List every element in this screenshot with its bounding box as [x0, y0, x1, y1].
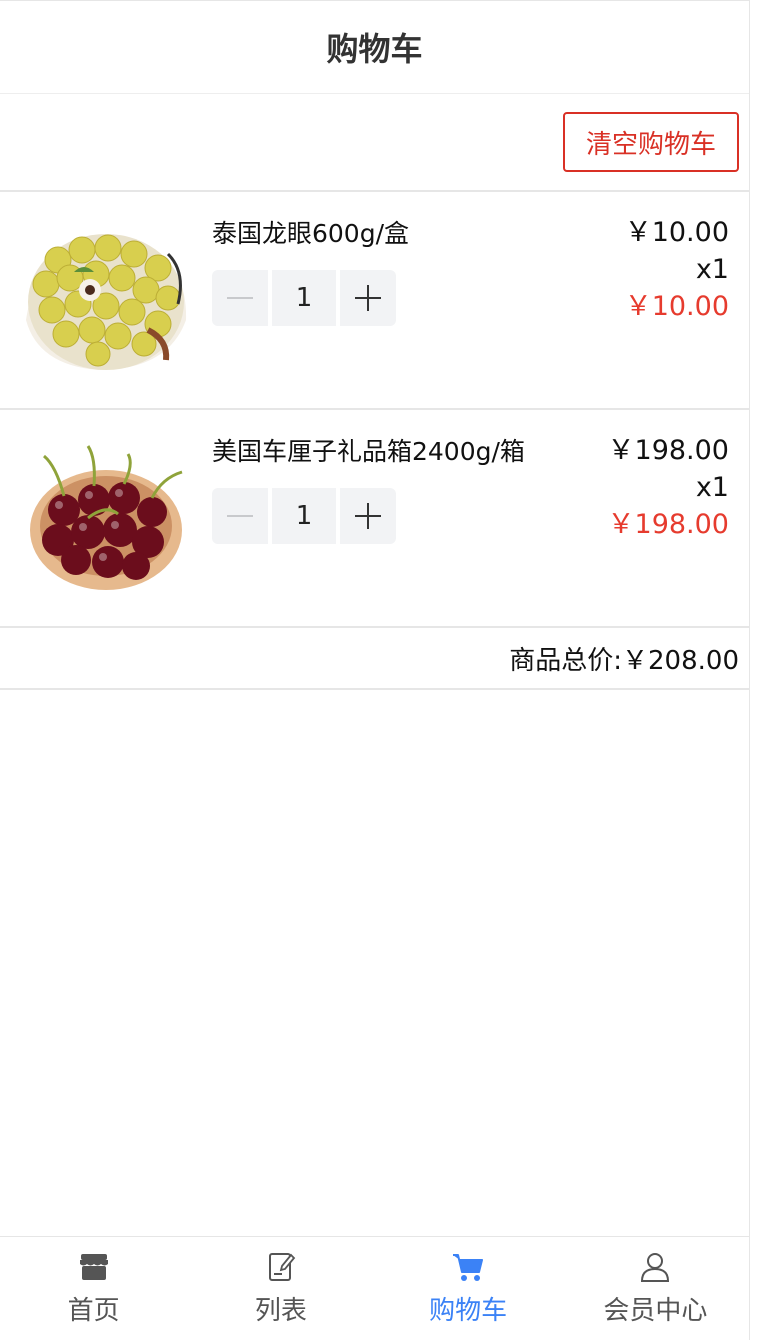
longan-box-image: [26, 234, 187, 370]
item-count: x1: [695, 254, 729, 285]
tab-label: 首页: [67, 1296, 120, 1326]
item-name: 泰国龙眼600g/盒: [212, 219, 410, 248]
tab-label: 购物车: [429, 1296, 508, 1326]
item-subtotal: ￥198.00: [607, 509, 729, 540]
quantity-input[interactable]: 1: [272, 488, 336, 544]
tab-list[interactable]: 列表: [187, 1237, 374, 1340]
item-subtotal: ￥10.00: [624, 291, 729, 322]
increase-button[interactable]: [340, 488, 396, 544]
plus-icon: [355, 285, 381, 311]
navbar: 购物车: [0, 1, 749, 94]
tab-label: 会员中心: [603, 1296, 708, 1326]
cart-item: 美国车厘子礼品箱2400g/箱 1 ￥198.00 x1 ￥198.00: [0, 410, 749, 628]
user-icon: [641, 1253, 670, 1282]
tab-bar: 首页 列表 购物车 会员中心: [0, 1236, 749, 1340]
unit-price: ￥198.00: [607, 435, 729, 466]
price-column: ￥10.00 x1 ￥10.00: [625, 214, 729, 326]
store-icon: [79, 1254, 108, 1280]
cart-icon: [453, 1254, 484, 1281]
plus-icon: [355, 503, 381, 529]
clear-cart-button[interactable]: 清空购物车: [563, 112, 739, 172]
quantity-stepper: 1: [212, 270, 396, 326]
page-title: 购物车: [326, 30, 423, 68]
cherries-bowl-image: [30, 445, 183, 590]
price-column: ￥198.00 x1 ￥198.00: [608, 432, 729, 544]
item-name: 美国车厘子礼品箱2400g/箱: [212, 437, 525, 466]
decrease-button[interactable]: [212, 270, 268, 326]
unit-price: ￥10.00: [624, 217, 729, 248]
tab-cart[interactable]: 购物车: [375, 1237, 562, 1340]
minus-icon: [227, 515, 253, 517]
increase-button[interactable]: [340, 270, 396, 326]
document-icon: [268, 1253, 296, 1281]
total-label: 商品总价:: [509, 645, 623, 676]
total-value: ￥208.00: [622, 645, 739, 676]
decrease-button[interactable]: [212, 488, 268, 544]
tab-member[interactable]: 会员中心: [562, 1237, 749, 1340]
tab-home[interactable]: 首页: [0, 1237, 187, 1340]
app-root: 购物车 清空购物车 泰国龙眼600g/盒 1 ￥10.00 x1 ￥10.00 …: [0, 0, 750, 1340]
cart-item: 泰国龙眼600g/盒 1 ￥10.00 x1 ￥10.00: [0, 192, 749, 410]
quantity-stepper: 1: [212, 488, 396, 544]
cart-actions: 清空购物车: [0, 94, 749, 192]
total-row: 商品总价: ￥208.00: [0, 628, 749, 690]
item-count: x1: [695, 472, 729, 503]
minus-icon: [227, 297, 253, 299]
tab-label: 列表: [254, 1296, 307, 1326]
quantity-input[interactable]: 1: [272, 270, 336, 326]
